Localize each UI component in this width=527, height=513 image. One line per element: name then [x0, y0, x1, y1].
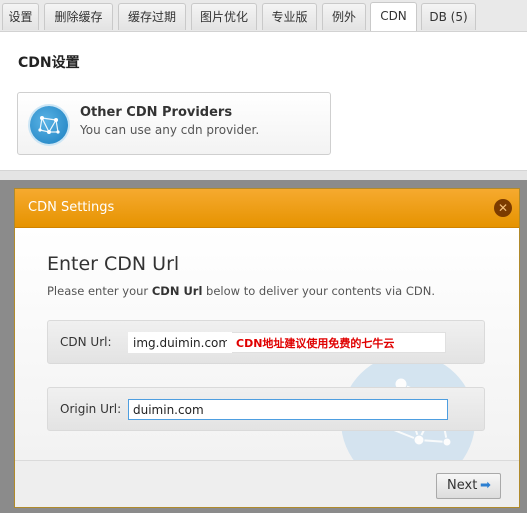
- modal-description: Please enter your CDN Url below to deliv…: [47, 284, 435, 298]
- arrow-right-icon: ➡: [480, 478, 491, 493]
- cdn-url-row: CDN Url: CDN地址建议使用免费的七牛云: [47, 320, 485, 364]
- tab-db[interactable]: DB (5): [421, 3, 476, 30]
- modal-header: CDN Settings ✕: [15, 189, 519, 228]
- cdn-url-label: CDN Url:: [60, 335, 112, 349]
- tab-settings[interactable]: 设置: [2, 3, 39, 30]
- tab-exclude[interactable]: 例外: [322, 3, 366, 30]
- origin-url-row: Origin Url:: [47, 387, 485, 431]
- network-icon: [30, 106, 68, 144]
- cdn-url-input[interactable]: [128, 332, 232, 353]
- next-button-label: Next: [447, 478, 478, 493]
- tab-bar: 设置 删除缓存 缓存过期 图片优化 专业版 例外 CDN DB (5): [0, 0, 527, 32]
- provider-card-other-cdn[interactable]: Other CDN Providers You can use any cdn …: [17, 92, 331, 155]
- modal-heading: Enter CDN Url: [47, 253, 180, 275]
- tab-premium[interactable]: 专业版: [262, 3, 317, 30]
- tab-image-optimization[interactable]: 图片优化: [191, 3, 257, 30]
- tab-cache-expiry[interactable]: 缓存过期: [118, 3, 186, 30]
- modal-title: CDN Settings: [28, 200, 115, 215]
- modal-footer: Next ➡: [15, 460, 519, 507]
- tab-cdn[interactable]: CDN: [370, 2, 417, 31]
- section-title: CDN设置: [18, 55, 80, 71]
- provider-name: Other CDN Providers: [80, 105, 233, 120]
- next-button[interactable]: Next ➡: [436, 473, 501, 499]
- cdn-hint-text: CDN地址建议使用免费的七牛云: [236, 337, 395, 350]
- cdn-settings-modal: CDN Settings ✕ Enter CDN Url Please ente…: [14, 188, 520, 508]
- close-icon[interactable]: ✕: [494, 199, 512, 217]
- origin-url-label: Origin Url:: [60, 402, 122, 416]
- provider-description: You can use any cdn provider.: [80, 123, 260, 137]
- tab-delete-cache[interactable]: 删除缓存: [44, 3, 113, 30]
- origin-url-input[interactable]: [128, 399, 448, 420]
- modal-body: Enter CDN Url Please enter your CDN Url …: [15, 228, 519, 488]
